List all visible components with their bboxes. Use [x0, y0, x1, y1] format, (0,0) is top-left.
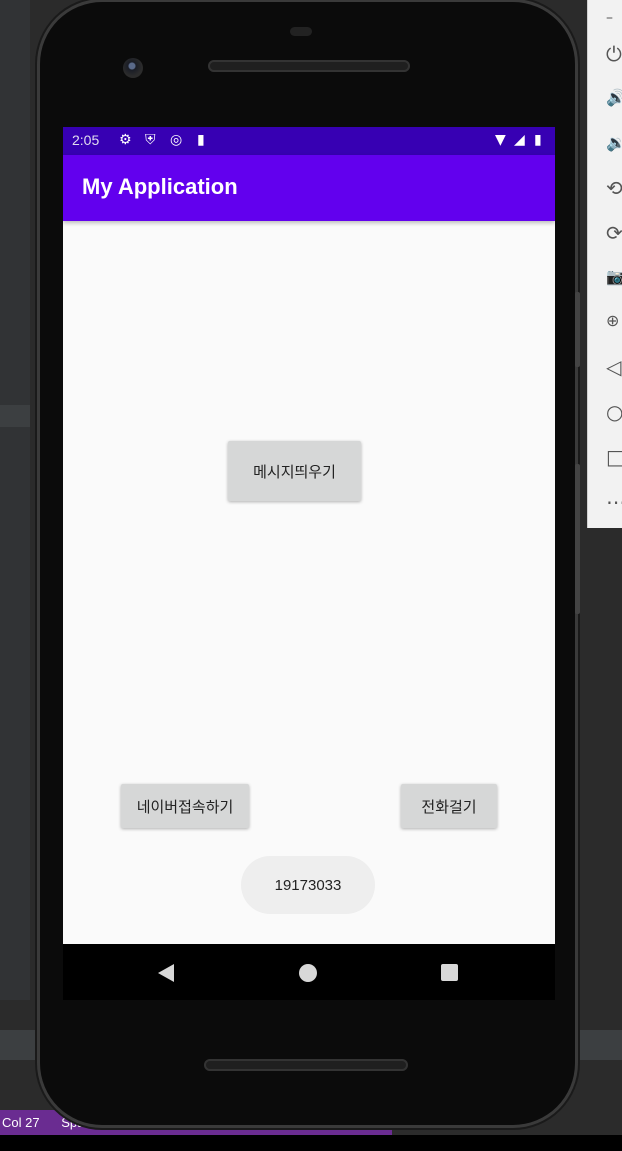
home-icon[interactable]: ○	[606, 400, 622, 424]
ide-selected-line	[0, 405, 30, 427]
earpiece-speaker	[208, 60, 410, 72]
emulator-toolbar: – ⏻ 🔊 🔉 ⟲ ⟳ 📷 ⊕ ◁ ○ □ ⋯	[587, 0, 622, 528]
phone-power-button	[575, 292, 580, 367]
screenshot-icon[interactable]: 📷	[606, 265, 622, 289]
android-nav-bar	[63, 944, 555, 1000]
make-call-button[interactable]: 전화걸기	[401, 784, 497, 828]
front-camera-icon	[123, 58, 143, 78]
volume-up-icon[interactable]: 🔊	[606, 86, 622, 110]
phone-screen: 2:05 ⚙ ⛨ ◎ ▮ ▼ ◢ ▮ My Application 메시지띄우기…	[63, 127, 555, 944]
rotate-left-icon[interactable]: ⟲	[606, 176, 622, 200]
nav-recents-icon[interactable]	[441, 964, 458, 981]
status-time: 2:05	[72, 132, 100, 148]
app-bar: My Application	[63, 155, 555, 221]
sd-card-icon: ▮	[197, 132, 205, 148]
android-status-bar: 2:05 ⚙ ⛨ ◎ ▮ ▼ ◢ ▮	[63, 127, 555, 155]
signal-icon: ◢	[514, 132, 525, 148]
phone-volume-button	[575, 464, 580, 614]
status-col[interactable]: Col 27	[2, 1115, 40, 1130]
proximity-sensor	[290, 27, 312, 36]
show-message-button[interactable]: 메시지띄우기	[228, 441, 361, 501]
open-naver-button[interactable]: 네이버접속하기	[121, 784, 249, 828]
shield-icon: ⛨	[145, 132, 156, 148]
zoom-icon[interactable]: ⊕	[606, 309, 622, 333]
overview-icon[interactable]: □	[606, 445, 622, 469]
back-icon[interactable]: ◁	[606, 355, 622, 379]
rotate-right-icon[interactable]: ⟳	[606, 221, 622, 245]
at-icon: ◎	[170, 132, 183, 148]
power-icon[interactable]: ⏻	[606, 42, 622, 66]
toast-message: 19173033	[241, 856, 375, 914]
ide-project-panel	[0, 0, 30, 1000]
nav-back-icon[interactable]	[158, 964, 174, 982]
ide-bottom-edge	[0, 1135, 622, 1151]
gear-icon: ⚙	[119, 132, 132, 148]
app-title: My Application	[82, 174, 238, 199]
wifi-icon: ▼	[495, 132, 506, 148]
more-icon[interactable]: ⋯	[606, 490, 622, 514]
nav-home-icon[interactable]	[299, 964, 317, 982]
minimize-icon[interactable]: –	[606, 6, 622, 30]
volume-down-icon[interactable]: 🔉	[606, 131, 622, 155]
bottom-speaker	[204, 1059, 408, 1071]
battery-icon: ▮	[534, 132, 542, 148]
